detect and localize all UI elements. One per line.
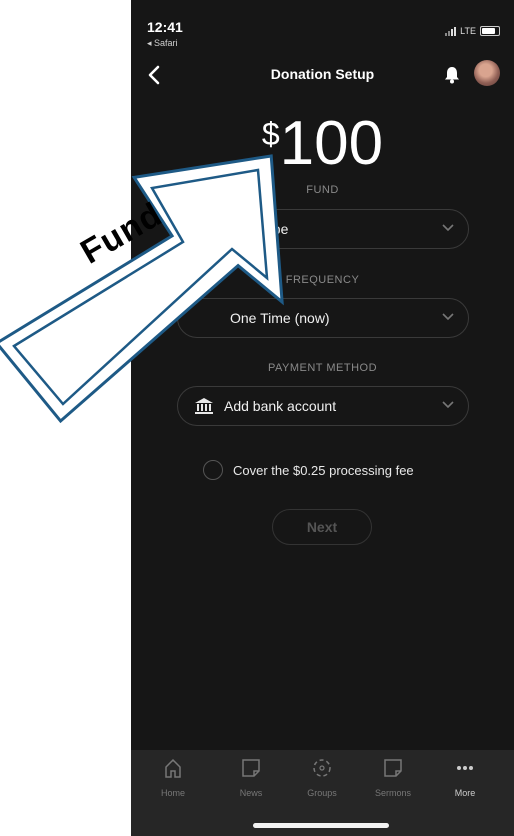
- nav-bar: Donation Setup: [131, 56, 514, 94]
- home-icon: [165, 758, 181, 778]
- processing-fee-option[interactable]: Cover the $0.25 processing fee: [203, 460, 414, 480]
- tab-sermons[interactable]: Sermons: [363, 757, 423, 798]
- groups-icon: [313, 759, 331, 777]
- tab-label: Home: [160, 788, 185, 798]
- tab-label: More: [454, 788, 476, 798]
- tab-news[interactable]: News: [221, 757, 281, 798]
- avatar[interactable]: [474, 60, 500, 86]
- tab-bar: Home News Groups Sermons More: [131, 750, 514, 836]
- status-indicators: LTE: [445, 26, 500, 36]
- back-to-safari-link[interactable]: ◂ Safari: [147, 38, 178, 49]
- status-bar: 12:41 ◂ Safari LTE: [131, 0, 514, 52]
- amount-currency: $: [261, 116, 280, 152]
- tab-label: Sermons: [374, 788, 411, 798]
- processing-fee-radio[interactable]: [203, 460, 223, 480]
- home-indicator: [253, 823, 389, 828]
- next-button[interactable]: Next: [272, 509, 372, 545]
- annotation-arrow-icon: [0, 154, 284, 424]
- signal-icon: [445, 26, 457, 36]
- more-icon: [457, 766, 473, 770]
- chevron-down-icon: [442, 224, 454, 232]
- chevron-down-icon: [442, 313, 454, 321]
- processing-fee-label: Cover the $0.25 processing fee: [233, 462, 414, 478]
- tab-label: News: [239, 788, 263, 798]
- bell-icon[interactable]: [444, 66, 460, 84]
- tab-label: Groups: [307, 788, 337, 798]
- battery-icon: [480, 26, 500, 36]
- tab-home[interactable]: Home: [143, 757, 203, 798]
- chevron-down-icon: [442, 401, 454, 409]
- tab-groups[interactable]: Groups: [292, 757, 352, 798]
- sermons-icon: [384, 759, 402, 777]
- tab-more[interactable]: More: [435, 757, 495, 798]
- news-icon: [242, 759, 260, 777]
- status-time: 12:41: [147, 19, 183, 35]
- network-type: LTE: [460, 26, 476, 36]
